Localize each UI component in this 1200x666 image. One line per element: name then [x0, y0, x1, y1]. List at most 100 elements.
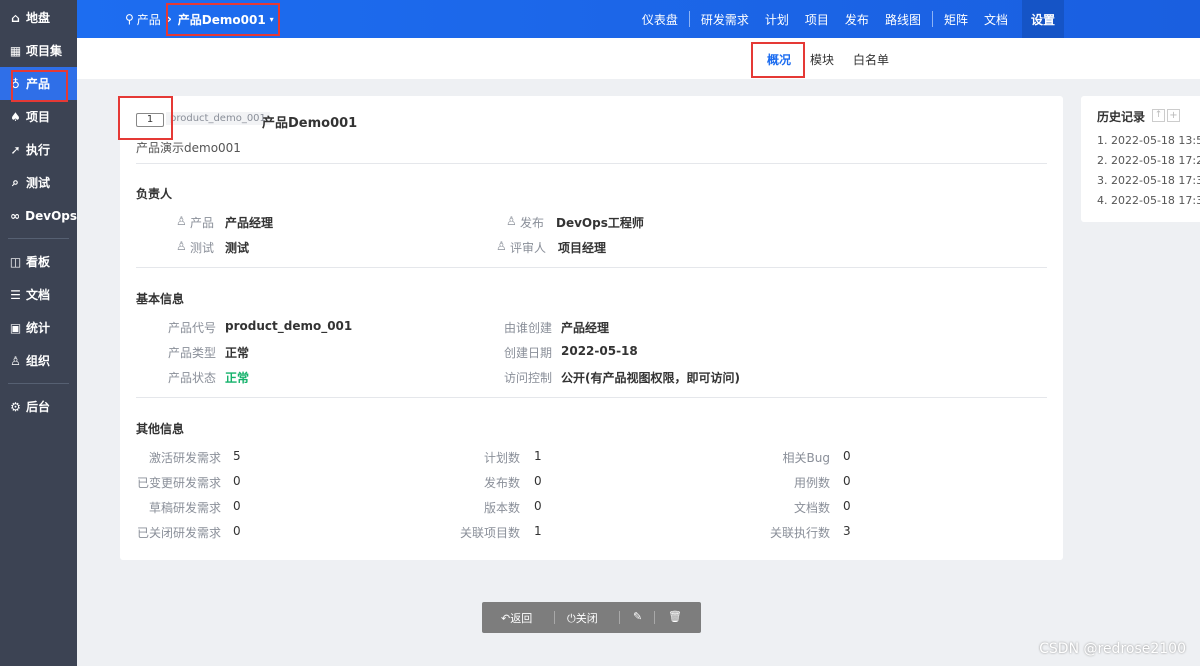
nav-project[interactable]: 项目	[797, 11, 837, 28]
stat-label: 关联项目数	[459, 526, 520, 540]
back-button[interactable]: ↶返回	[501, 610, 532, 626]
sidebar-item-label: 地盘	[26, 11, 51, 25]
kanban-icon: ◫	[9, 254, 22, 269]
nav-dashboard[interactable]: 仪表盘	[634, 11, 686, 28]
nav-divider	[688, 11, 690, 27]
product-description: 产品演示demo001	[136, 141, 241, 155]
tab-module[interactable]: 模块	[810, 51, 834, 68]
stat-label: 已变更研发需求	[136, 476, 221, 490]
nav-plan[interactable]: 计划	[757, 11, 797, 28]
watermark: CSDN @redrose2100	[1039, 641, 1186, 657]
home-icon: ⌂	[11, 10, 20, 25]
grid-icon: ▦	[9, 43, 22, 58]
stat-label: 相关Bug	[782, 451, 830, 465]
user-icon: ♙	[506, 214, 517, 228]
running-icon: ➚	[10, 142, 21, 157]
sidebar-item-kanban[interactable]: ◫ 看板	[0, 245, 77, 278]
owner-reviewer-value: 项目经理	[558, 241, 607, 255]
stat-label: 文档数	[793, 501, 830, 515]
sidebar-item-test[interactable]: ⌕ 测试	[0, 166, 77, 199]
close-button[interactable]: ⏻关闭	[567, 610, 598, 626]
sidebar-item-project[interactable]: ♠ 项目	[0, 100, 77, 133]
infinity-icon: ∞	[10, 208, 21, 223]
document-icon: ☰	[10, 287, 21, 302]
product-code-tag: product_demo_001	[166, 112, 270, 125]
stat-label: 关联执行数	[769, 526, 830, 540]
delete-button[interactable]: 🗑	[668, 610, 682, 623]
owner-product-value: 产品经理	[225, 216, 274, 230]
toolbar-divider	[619, 611, 620, 624]
section-divider	[136, 267, 1047, 268]
sidebar-item-company[interactable]: ♙ 组织	[0, 344, 77, 377]
arrow-up-icon[interactable]: ↑	[1152, 109, 1165, 122]
history-item[interactable]: 1. 2022-05-18 13:51:0	[1097, 134, 1200, 147]
sidebar-item-label: 看板	[26, 255, 51, 269]
nav-requirement[interactable]: 研发需求	[693, 11, 757, 28]
nav-roadmap[interactable]: 路线图	[877, 11, 929, 28]
sidebar-item-label: 执行	[26, 143, 51, 157]
user-icon: ♙	[176, 239, 187, 253]
sidebar-item-label: 文档	[26, 288, 51, 302]
owner-test-label: 测试	[190, 241, 215, 255]
sidebar-item-doc[interactable]: ☰ 文档	[0, 278, 77, 311]
stat-label: 激活研发需求	[148, 451, 221, 465]
sidebar-item-label: 测试	[26, 176, 51, 190]
highlight-box-overview-tab	[751, 42, 805, 78]
nav-release[interactable]: 发布	[837, 11, 877, 28]
user-icon: ♙	[176, 214, 187, 228]
owner-release-value: DevOps工程师	[556, 216, 644, 230]
sidebar-item-devops[interactable]: ∞ DevOps	[0, 199, 77, 232]
basic-code-value: product_demo_001	[225, 319, 353, 333]
sidebar-item-execution[interactable]: ➚ 执行	[0, 133, 77, 166]
nav-settings[interactable]: 设置	[1022, 0, 1064, 38]
sidebar-item-program[interactable]: ▦ 项目集	[0, 34, 77, 67]
stat-value: 0	[534, 474, 542, 488]
history-item[interactable]: 2. 2022-05-18 17:29:1	[1097, 154, 1200, 167]
toolbar-divider	[654, 611, 655, 624]
product-name: 产品Demo001	[262, 116, 358, 131]
gear-icon: ⚙	[10, 399, 21, 414]
undo-icon: ↶	[501, 612, 511, 625]
owner-product-label: 产品	[190, 216, 215, 230]
section-divider	[136, 397, 1047, 398]
trash-icon: 🗑	[668, 610, 682, 623]
sidebar-item-report[interactable]: ▣ 统计	[0, 311, 77, 344]
sidebar-item-dashboard[interactable]: ⌂ 地盘	[0, 1, 77, 34]
stat-value: 0	[233, 474, 241, 488]
sidebar-divider	[8, 383, 69, 384]
close-label: 关闭	[575, 612, 598, 625]
nav-matrix[interactable]: 矩阵	[936, 11, 976, 28]
sidebar-item-label: DevOps	[25, 208, 77, 223]
nav-divider	[931, 11, 933, 27]
stat-value: 1	[534, 524, 542, 538]
history-item[interactable]: 4. 2022-05-18 17:39:2	[1097, 194, 1200, 207]
basic-created-value: 2022-05-18	[561, 344, 638, 358]
nav-doc[interactable]: 文档	[976, 11, 1016, 28]
plus-icon[interactable]: +	[1167, 109, 1180, 122]
monitor-icon: ▣	[9, 320, 22, 335]
edit-icon: ✎	[633, 610, 643, 623]
history-item[interactable]: 3. 2022-05-18 17:32:4	[1097, 174, 1200, 187]
edit-button[interactable]: ✎	[633, 610, 642, 623]
stat-label: 发布数	[483, 476, 520, 490]
breadcrumb-root[interactable]: 产品	[137, 11, 161, 28]
stat-label: 用例数	[793, 476, 830, 490]
main-nav: 仪表盘 研发需求 计划 项目 发布 路线图 矩阵 文档 动态	[634, 0, 1063, 38]
basic-type-label: 产品类型	[168, 346, 217, 360]
basic-acl-label: 访问控制	[504, 371, 553, 385]
stat-label: 草稿研发需求	[148, 501, 221, 515]
basic-type-value: 正常	[225, 346, 250, 360]
section-title-owners: 负责人	[136, 187, 173, 201]
owner-release-label: 发布	[520, 216, 545, 230]
power-icon: ⏻	[567, 612, 576, 625]
search-icon: ⌕	[12, 175, 19, 189]
back-label: 返回	[510, 612, 533, 625]
tab-whitelist[interactable]: 白名单	[853, 51, 889, 68]
history-title: 历史记录	[1097, 110, 1146, 124]
stat-value: 5	[233, 449, 241, 463]
rocket-icon: ♠	[10, 109, 21, 124]
sidebar-item-admin[interactable]: ⚙ 后台	[0, 390, 77, 423]
highlight-box-sidebar-product	[11, 70, 68, 102]
product-detail-card: 1 product_demo_001 产品Demo001 产品演示demo001…	[120, 96, 1063, 560]
section-title-basic: 基本信息	[136, 292, 185, 306]
